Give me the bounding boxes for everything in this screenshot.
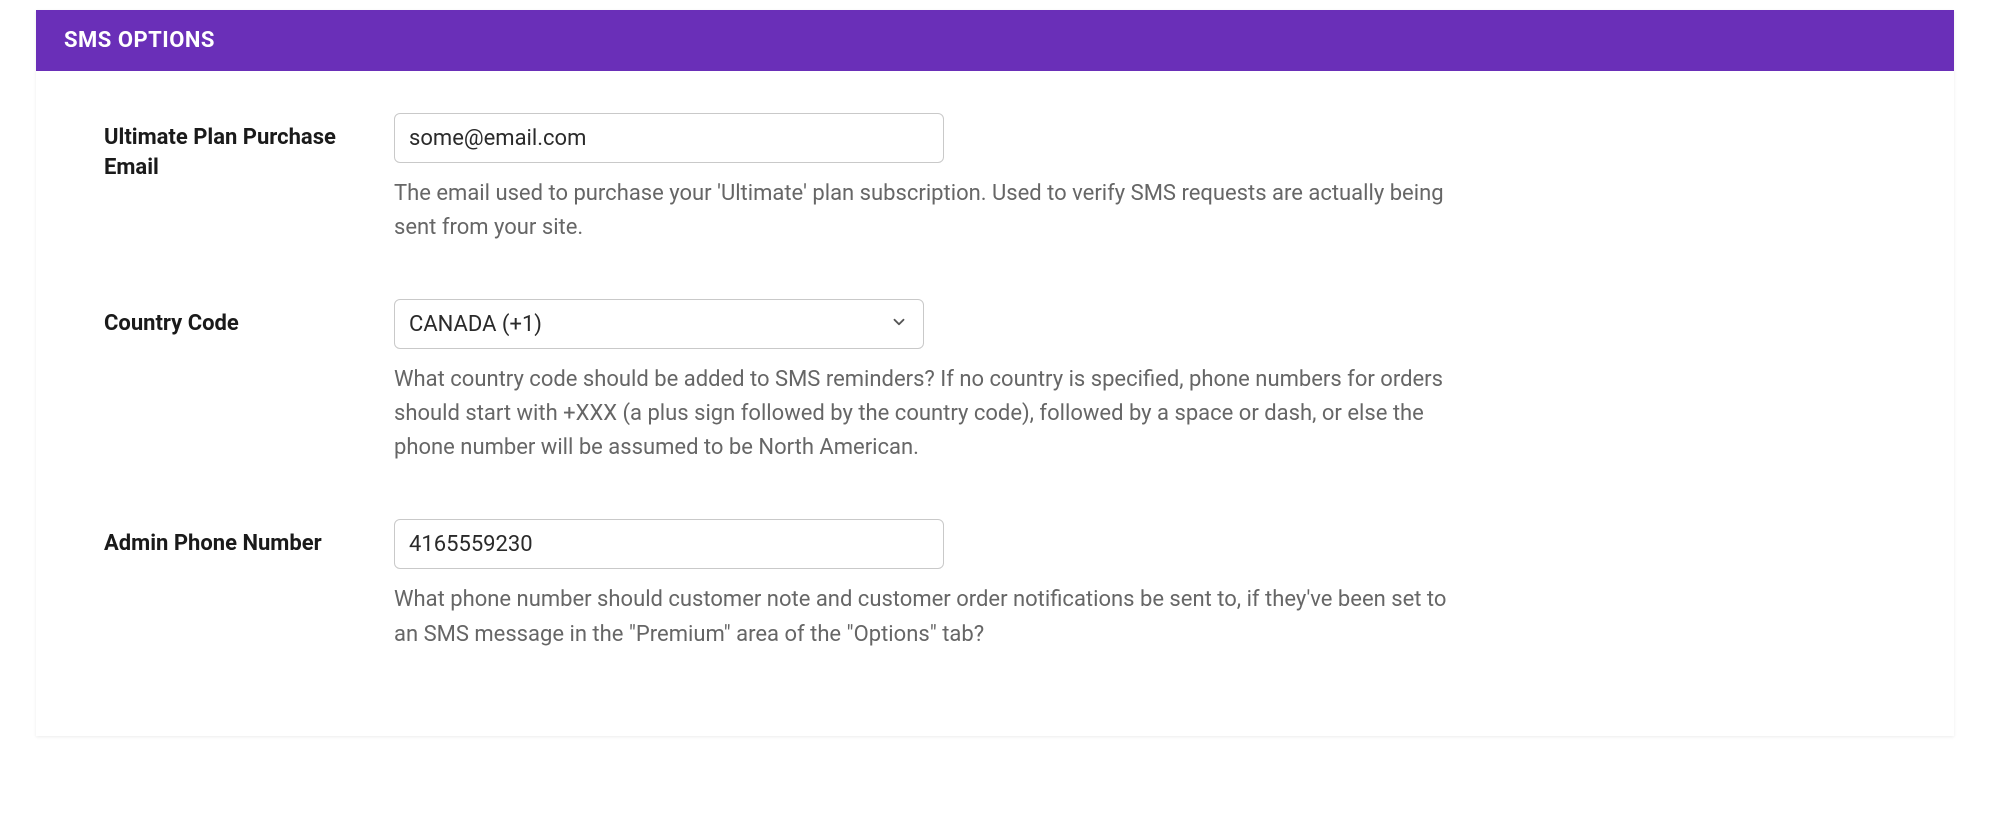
panel-body: Ultimate Plan Purchase Email The email u… [36,71,1954,736]
country-help-text: What country code should be added to SMS… [394,363,1464,465]
field-row-email: Ultimate Plan Purchase Email The email u… [104,113,1886,245]
phone-label: Admin Phone Number [104,519,394,559]
sms-options-panel: SMS OPTIONS Ultimate Plan Purchase Email… [36,10,1954,736]
phone-help-text: What phone number should customer note a… [394,583,1464,651]
admin-phone-input[interactable] [394,519,944,569]
country-control-wrap: CANADA (+1) What country code should be … [394,299,1886,465]
email-control-wrap: The email used to purchase your 'Ultimat… [394,113,1886,245]
field-row-phone: Admin Phone Number What phone number sho… [104,519,1886,651]
ultimate-plan-email-input[interactable] [394,113,944,163]
country-select-wrap: CANADA (+1) [394,299,924,349]
phone-control-wrap: What phone number should customer note a… [394,519,1886,651]
panel-title: SMS OPTIONS [36,10,1954,71]
email-help-text: The email used to purchase your 'Ultimat… [394,177,1464,245]
country-code-select[interactable]: CANADA (+1) [394,299,924,349]
field-row-country: Country Code CANADA (+1) What country co… [104,299,1886,465]
email-label: Ultimate Plan Purchase Email [104,113,394,182]
country-label: Country Code [104,299,394,339]
